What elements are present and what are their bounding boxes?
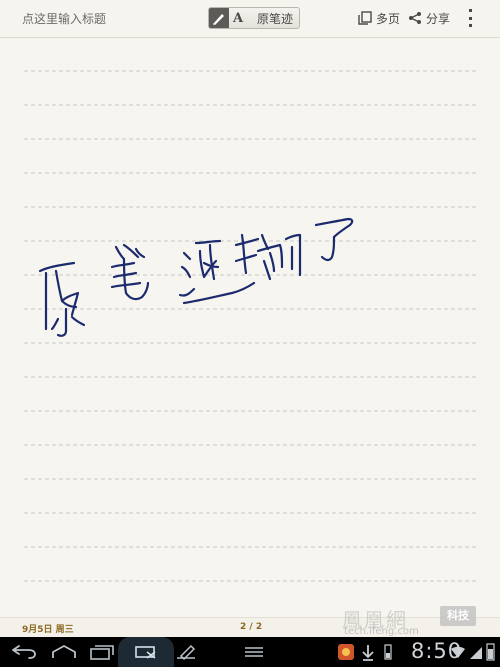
stroke-ji <box>182 251 192 261</box>
multi-page-button[interactable]: 多页 <box>358 9 400 27</box>
stroke-le <box>314 217 354 239</box>
note-footer: 9月5日 周三 2 / 2 <box>0 617 500 637</box>
share-icon <box>408 11 422 25</box>
note-date: 9月5日 周三 <box>22 625 74 635</box>
system-clock: 8:50 <box>411 639 463 663</box>
share-button[interactable]: 分享 <box>408 9 450 27</box>
handwriting-strokes <box>38 217 354 337</box>
handwriting-pen-icon[interactable] <box>209 8 229 28</box>
share-label: 分享 <box>426 11 451 26</box>
screenshot-icon[interactable] <box>128 640 164 664</box>
recent-apps-icon[interactable] <box>84 640 120 664</box>
overflow-menu-icon[interactable] <box>465 9 475 27</box>
input-mode-toggle[interactable]: A 原笔迹 <box>208 7 300 29</box>
text-mode-button[interactable]: A <box>229 8 247 28</box>
stroke-yuan <box>38 261 76 273</box>
pages-icon <box>358 11 372 25</box>
download-icon <box>362 645 374 661</box>
multi-page-label: 多页 <box>376 11 401 26</box>
edit-icon[interactable] <box>168 640 204 664</box>
title-input[interactable]: 点这里输入标题 <box>22 10 106 27</box>
back-icon[interactable] <box>6 640 42 664</box>
mode-label: 原笔迹 <box>257 11 294 26</box>
system-navigation-bar: 8:50 <box>0 637 500 667</box>
home-icon[interactable] <box>46 640 82 664</box>
stroke-shu <box>234 237 260 247</box>
note-canvas[interactable] <box>0 39 500 617</box>
page-indicator[interactable]: 2 / 2 <box>240 622 262 632</box>
menu-icon[interactable] <box>236 640 272 664</box>
signal-icon <box>470 647 482 659</box>
note-toolbar: 点这里输入标题 A 原笔迹 多页 分享 <box>0 0 500 38</box>
stroke-bi <box>114 245 126 261</box>
